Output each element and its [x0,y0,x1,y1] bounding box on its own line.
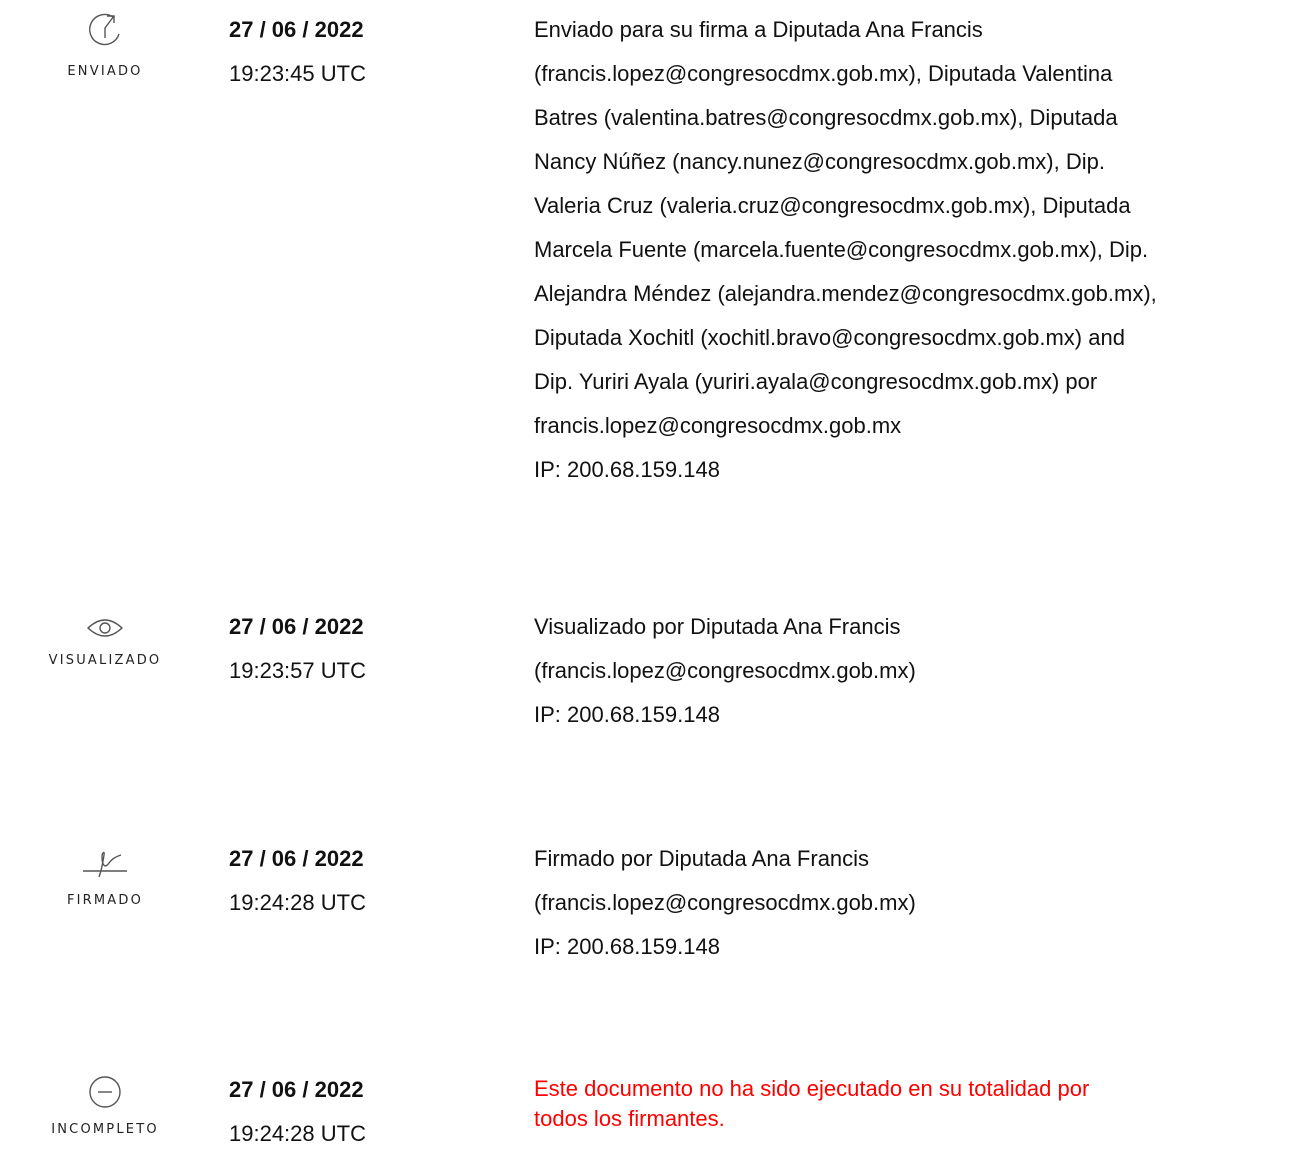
status-label: VISUALIZADO [48,653,162,668]
description-line: Dip. Yuriri Ayala (yuriri.ayala@congreso… [534,369,1098,394]
description-line: Enviado para su firma a Diputada Ana Fra… [534,17,983,42]
status-column: FIRMADO [30,841,180,908]
description-line: Valeria Cruz (valeria.cruz@congresocdmx.… [534,193,1131,218]
status-column: VISUALIZADO [30,613,180,668]
ip-address: IP: 200.68.159.148 [534,702,720,727]
description-line: (francis.lopez@congresocdmx.gob.mx) [534,658,916,683]
minus-circle-icon [89,1076,121,1108]
eye-icon [86,619,124,637]
timestamp: 27 / 06 / 2022 19:23:57 UTC [229,605,489,693]
description-line: Visualizado por Diputada Ana Francis [534,614,901,639]
description-line: Diputada Xochitl (xochitl.bravo@congreso… [534,325,1125,350]
status-label: ENVIADO [67,64,143,79]
event-description: Firmado por Diputada Ana Francis (franci… [534,837,1284,969]
event-date: 27 / 06 / 2022 [229,1077,364,1102]
status-label: FIRMADO [66,893,144,908]
warning-line: todos los firmantes. [534,1106,725,1131]
description-line: Marcela Fuente (marcela.fuente@congresoc… [534,237,1149,262]
ip-address: IP: 200.68.159.148 [534,457,720,482]
event-date: 27 / 06 / 2022 [229,17,364,42]
description-line: Firmado por Diputada Ana Francis [534,846,870,871]
forward-arrow-icon [89,13,120,46]
description-line: (francis.lopez@congresocdmx.gob.mx), Dip… [534,61,1113,86]
event-time: 19:24:28 UTC [229,890,366,915]
timestamp: 27 / 06 / 2022 19:23:45 UTC [229,8,489,96]
event-time: 19:23:45 UTC [229,61,366,86]
description-line: francis.lopez@congresocdmx.gob.mx [534,413,902,438]
event-time: 19:24:28 UTC [229,1121,366,1146]
event-time: 19:23:57 UTC [229,658,366,683]
description-line: Batres (valentina.batres@congresocdmx.go… [534,105,1118,130]
description-line: (francis.lopez@congresocdmx.gob.mx) [534,890,916,915]
status-column: ENVIADO [30,8,180,79]
incomplete-warning: Este documento no ha sido ejecutado en s… [534,1074,1284,1134]
status-label: INCOMPLETO [51,1122,159,1137]
description-line: Alejandra Méndez (alejandra.mendez@congr… [534,281,1157,306]
status-column: INCOMPLETO [30,1074,180,1137]
event-date: 27 / 06 / 2022 [229,846,364,871]
event-description: Enviado para su firma a Diputada Ana Fra… [534,8,1284,492]
warning-line: Este documento no ha sido ejecutado en s… [534,1076,1090,1101]
timestamp: 27 / 06 / 2022 19:24:28 UTC [229,837,489,925]
event-description: Visualizado por Diputada Ana Francis (fr… [534,605,1284,737]
ip-address: IP: 200.68.159.148 [534,934,720,959]
signature-icon [83,851,127,878]
description-line: Nancy Núñez (nancy.nunez@congresocdmx.go… [534,149,1105,174]
timestamp: 27 / 06 / 2022 19:24:28 UTC [229,1068,489,1156]
event-date: 27 / 06 / 2022 [229,614,364,639]
